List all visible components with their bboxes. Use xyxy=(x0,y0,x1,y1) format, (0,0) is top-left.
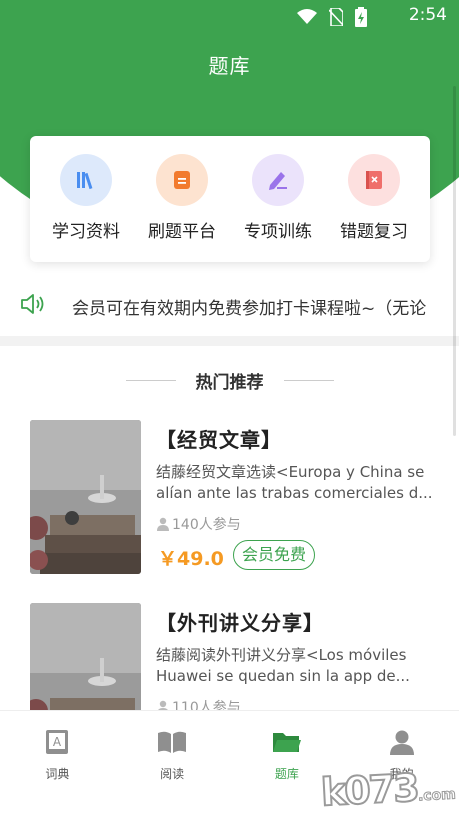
course-card[interactable]: 【经贸文章】 结藤经贸文章选读<Europa y China se alían … xyxy=(30,420,440,576)
nav-label: 词典 xyxy=(45,767,70,781)
profile-icon xyxy=(387,727,417,757)
edit-icon xyxy=(252,154,304,206)
feature-wrong-review[interactable]: 错题复习 xyxy=(326,136,422,262)
speaker-icon xyxy=(21,294,44,314)
course-title: 【经贸文章】 xyxy=(156,428,282,452)
notice-bar[interactable]: 会员可在有效期内免费参加打卡课程啦~（无论 xyxy=(0,282,459,326)
book-open-icon xyxy=(157,727,187,757)
participants: 140人参与 xyxy=(156,514,241,534)
status-time: 2:54 xyxy=(408,5,447,25)
books-icon xyxy=(60,154,112,206)
battery-charging-icon xyxy=(355,7,367,27)
tab-reading[interactable]: 阅读 xyxy=(115,711,230,817)
wifi-icon xyxy=(297,9,317,24)
divider xyxy=(125,380,176,381)
scrollbar[interactable] xyxy=(453,86,456,436)
notice-text: 会员可在有效期内免费参加打卡课程啦~（无论 xyxy=(72,299,427,319)
dictionary-icon: A xyxy=(42,727,72,757)
person-icon xyxy=(157,517,169,531)
page-title: 题库 xyxy=(208,54,251,78)
feature-label: 错题复习 xyxy=(340,222,408,242)
feature-card: 学习资料 刷题平台 专项训练 错题复习 xyxy=(30,136,430,262)
no-sim-icon xyxy=(329,8,343,26)
divider xyxy=(283,380,334,381)
svg-text:A: A xyxy=(53,735,62,749)
participants-count: 140人参与 xyxy=(172,517,241,533)
feature-study-materials[interactable]: 学习资料 xyxy=(38,136,134,262)
feature-label: 学习资料 xyxy=(52,222,120,242)
status-bar: 2:54 xyxy=(0,0,459,34)
feature-special-training[interactable]: 专项训练 xyxy=(230,136,326,262)
course-thumbnail xyxy=(30,420,141,574)
course-price: ￥49.0 xyxy=(158,548,224,570)
tab-dictionary[interactable]: A 词典 xyxy=(0,711,115,817)
course-title: 【外刊讲义分享】 xyxy=(156,611,324,635)
nav-label: 阅读 xyxy=(160,767,185,781)
folder-icon xyxy=(272,727,302,757)
watermark-logo: k073.com xyxy=(319,764,457,815)
feature-label: 专项训练 xyxy=(244,222,312,242)
section-title: 热门推荐 xyxy=(195,373,264,393)
section-divider xyxy=(0,336,459,346)
document-icon xyxy=(156,154,208,206)
course-description: 结藤经贸文章选读<Europa y China se alían ante la… xyxy=(156,463,433,502)
nav-label: 题库 xyxy=(274,767,299,781)
course-description: 结藤阅读外刊讲义分享<Los móviles Huawei se quedan … xyxy=(156,646,410,685)
section-header: 热门推荐 xyxy=(0,368,459,393)
feature-practice-platform[interactable]: 刷题平台 xyxy=(134,136,230,262)
member-free-badge: 会员免费 xyxy=(233,540,316,570)
wrong-book-icon xyxy=(348,154,400,206)
feature-label: 刷题平台 xyxy=(148,222,216,242)
